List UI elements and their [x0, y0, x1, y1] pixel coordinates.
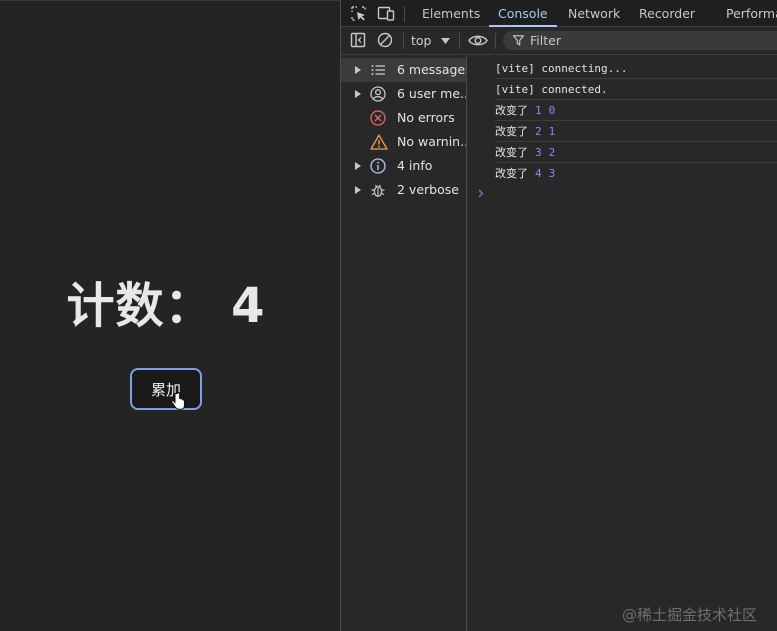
message-text: 改变了 [495, 146, 528, 159]
top-divider [0, 0, 340, 1]
message-number: 4 [535, 167, 542, 180]
hand-cursor-icon [171, 392, 185, 410]
toolbar-separator [403, 33, 404, 49]
eye-icon[interactable] [468, 33, 488, 48]
sidebar-item-messages[interactable]: 6 messages [341, 58, 466, 82]
message-text: 改变了 [495, 167, 528, 180]
warning-icon [370, 134, 388, 150]
app-page: 计数： 4 累加 [0, 0, 340, 631]
console-messages: [vite] connecting... [vite] connected. 改… [468, 55, 777, 631]
console-prompt-chevron-icon[interactable] [478, 189, 484, 198]
sidebar-toggle-icon[interactable] [350, 32, 366, 48]
error-icon [370, 110, 386, 126]
console-toolbar: top [341, 27, 777, 55]
context-selector[interactable]: top [411, 27, 431, 54]
expand-arrow-icon[interactable] [355, 66, 361, 74]
sidebar-item-label: 6 user me... [397, 86, 466, 101]
sidebar-item-label: 2 verbose [397, 182, 459, 197]
message-text: 改变了 [495, 104, 528, 117]
toolbar-separator [495, 33, 496, 49]
watermark: @稀土掘金技术社区 [622, 606, 758, 624]
sidebar-item-label: No warnin... [397, 134, 466, 149]
message-number: 2 [548, 146, 556, 159]
message-number: 1 [548, 125, 556, 138]
device-toolbar-icon[interactable] [377, 5, 395, 22]
tab-elements[interactable]: Elements [422, 0, 480, 27]
caret-down-icon[interactable] [441, 38, 450, 44]
sidebar-item-label: No errors [397, 110, 455, 125]
message-number: 3 [548, 167, 556, 180]
list-icon [371, 65, 385, 75]
clear-console-icon[interactable] [377, 32, 393, 48]
console-sidebar: 6 messages 6 user me... No errors No war… [341, 55, 467, 631]
tab-recorder[interactable]: Recorder [639, 0, 695, 27]
devtools-tabbar: Elements Console Network Recorder Perfor… [341, 0, 777, 27]
message-number: 3 [535, 146, 542, 159]
expand-arrow-icon[interactable] [355, 162, 361, 170]
filter-box[interactable] [503, 31, 777, 50]
toolbar-separator [459, 33, 460, 49]
tab-network[interactable]: Network [568, 0, 620, 27]
message-number: 1 [535, 104, 542, 117]
message-text: 改变了 [495, 125, 528, 138]
sidebar-item-verbose[interactable]: 2 verbose [341, 178, 466, 202]
sidebar-item-errors[interactable]: No errors [341, 106, 466, 130]
tab-performance[interactable]: Performa [726, 0, 777, 27]
expand-arrow-icon[interactable] [355, 90, 361, 98]
console-message[interactable]: 改变了 4 3 [495, 163, 777, 184]
sidebar-item-label: 6 messages [397, 62, 466, 77]
inspect-element-icon[interactable] [350, 5, 367, 22]
devtools-panel: Elements Console Network Recorder Perfor… [340, 0, 777, 631]
tab-separator [404, 6, 405, 22]
info-icon [370, 158, 386, 174]
console-message[interactable]: [vite] connected. [495, 79, 777, 100]
increment-button[interactable]: 累加 [130, 368, 202, 410]
console-message[interactable]: 改变了 3 2 [495, 142, 777, 163]
bug-icon [371, 184, 385, 197]
console-message[interactable]: [vite] connecting... [495, 58, 777, 79]
console-message[interactable]: 改变了 2 1 [495, 121, 777, 142]
message-text: [vite] connecting... [495, 62, 628, 75]
sidebar-item-warnings[interactable]: No warnin... [341, 130, 466, 154]
sidebar-item-user-messages[interactable]: 6 user me... [341, 82, 466, 106]
count-heading: 计数： 4 [66, 278, 266, 334]
message-number: 0 [548, 104, 556, 117]
message-number: 2 [535, 125, 542, 138]
sidebar-item-info[interactable]: 4 info [341, 154, 466, 178]
message-text: [vite] connected. [495, 83, 608, 96]
filter-input[interactable] [530, 31, 770, 50]
expand-arrow-icon[interactable] [355, 186, 361, 194]
console-message[interactable]: 改变了 1 0 [495, 100, 777, 121]
tab-console[interactable]: Console [498, 0, 548, 27]
filter-icon [513, 35, 524, 46]
user-circle-icon [370, 86, 386, 102]
sidebar-item-label: 4 info [397, 158, 433, 173]
